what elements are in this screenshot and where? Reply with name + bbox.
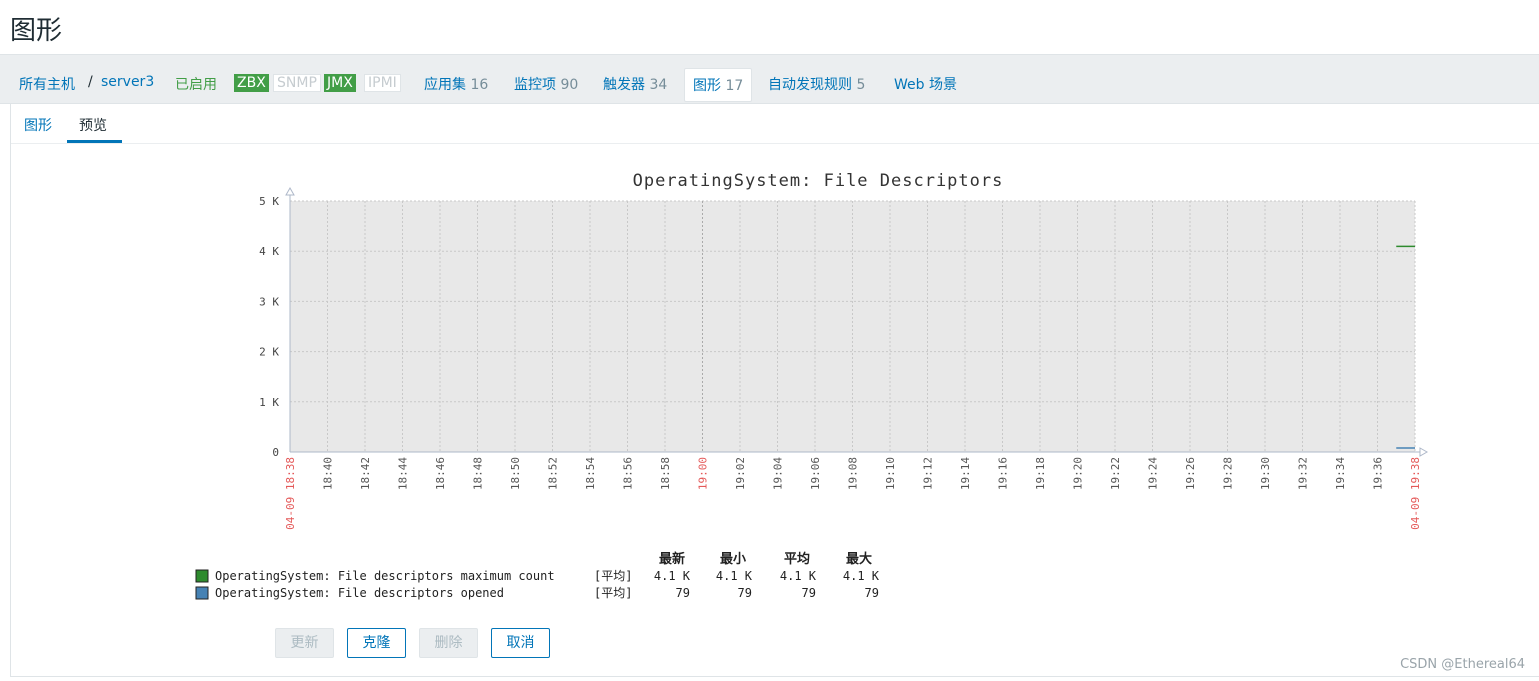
x-axis-arrow (1419, 447, 1429, 457)
x-tick-label: 19:04 (772, 457, 785, 490)
x-tick-label: 19:14 (959, 457, 972, 490)
x-tick-label: 19:34 (1334, 457, 1347, 490)
legend-header: 平均 (784, 551, 810, 567)
legend-header: 最小 (720, 552, 746, 567)
y-tick-label: 0 (272, 446, 279, 459)
x-tick-label: 19:30 (1259, 457, 1272, 490)
legend-func: [平均] (594, 569, 632, 583)
x-tick-label: 19:02 (734, 457, 747, 490)
y-tick-label: 4 K (259, 245, 279, 258)
legend: 最新 最小 平均 最大 OperatingSystem: File descriptor… (195, 551, 880, 600)
legend-header: 最大 (846, 551, 872, 567)
legend-swatch (195, 586, 209, 600)
graph-chart: 01 K2 K3 K4 K5 K 18:40 18:42 18:44 18:46 18:… (195, 171, 1429, 600)
x-tick-labels: 18:40 18:42 18:44 18:46 18:48 18:50 18:52 18:54… (284, 457, 1422, 530)
legend-value: 79 (865, 586, 879, 600)
watermark: CSDN @Ethereal64 (1400, 657, 1525, 672)
legend-value: 4.1 K (843, 569, 880, 583)
y-tick-label: 2 K (259, 346, 279, 359)
x-range-label: 04-09 18:38 (284, 457, 297, 530)
legend-func: [平均] (594, 586, 632, 600)
legend-header: 最新 (659, 551, 685, 567)
x-tick-label: 18:58 (659, 457, 672, 490)
x-tick-label: 18:42 (359, 457, 372, 490)
x-tick-label: 19:12 (922, 457, 935, 490)
legend-value: 4.1 K (780, 569, 817, 583)
clone-button[interactable]: 克隆 (347, 628, 406, 658)
x-tick-label: 18:54 (584, 457, 597, 490)
legend-series-name: OperatingSystem: File descriptors maximu… (215, 569, 555, 583)
x-tick-label: 19:18 (1034, 457, 1047, 490)
x-tick-label: 19:16 (997, 457, 1010, 490)
x-tick-label: 18:52 (547, 457, 560, 490)
x-tick-label: 18:48 (472, 457, 485, 490)
legend-value: 79 (738, 586, 752, 600)
x-tick-label: 19:06 (809, 457, 822, 490)
x-tick-label: 19:00 (697, 457, 710, 490)
y-tick-labels: 0 1 K 2 K 3 K 4 K 5 K (259, 195, 279, 459)
x-tick-label: 19:20 (1072, 457, 1085, 490)
y-tick-label: 3 K (259, 295, 279, 308)
x-tick-label: 18:50 (509, 457, 522, 490)
legend-value: 4.1 K (654, 569, 691, 583)
x-tick-label: 18:40 (322, 457, 335, 490)
x-tick-label: 19:10 (884, 457, 897, 490)
x-tick-label: 19:32 (1297, 457, 1310, 490)
x-tick-label: 19:24 (1147, 457, 1160, 490)
x-tick-label: 19:26 (1184, 457, 1197, 490)
x-tick-label: 19:36 (1372, 457, 1385, 490)
x-range-label: 04-09 19:38 (1409, 457, 1422, 530)
legend-series-name: OperatingSystem: File descriptors opened (215, 586, 504, 600)
x-tick-label: 18:44 (397, 457, 410, 490)
x-tick-label: 19:28 (1222, 457, 1235, 490)
x-tick-label: 19:22 (1109, 457, 1122, 490)
delete-button[interactable]: 删除 (419, 628, 478, 658)
y-tick-label: 1 K (259, 396, 279, 409)
legend-swatch (195, 569, 209, 583)
x-tick-label: 18:46 (434, 457, 447, 490)
legend-value: 4.1 K (716, 569, 753, 583)
update-button[interactable]: 更新 (275, 628, 334, 658)
y-tick-label: 5 K (259, 195, 279, 208)
cancel-button[interactable]: 取消 (491, 628, 550, 658)
x-tick-label: 19:08 (847, 457, 860, 490)
y-axis-arrow (285, 186, 295, 196)
chart-title: OperatingSystem: File Descriptors (633, 171, 1004, 191)
x-tick-label: 18:56 (622, 457, 635, 490)
legend-value: 79 (676, 586, 690, 600)
legend-value: 79 (802, 586, 816, 600)
